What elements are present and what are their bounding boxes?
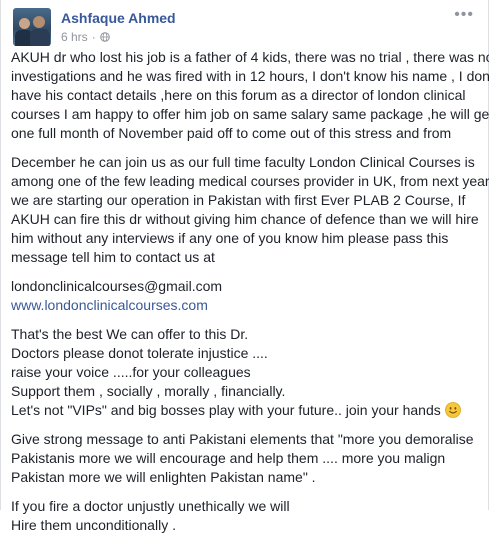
- meta-separator: ·: [91, 30, 96, 44]
- post-line-with-emoji: Let's not "VIPs" and big bosses play wit…: [11, 401, 483, 420]
- facebook-post: Ashfaque Ahmed 6 hrs · ••• AKUH dr who l…: [0, 0, 489, 533]
- post-line: Doctors please donot tolerate injustice …: [11, 345, 268, 361]
- post-line: Support them , socially , morally , fina…: [11, 383, 286, 399]
- post-line: Hire them unconditionally .: [11, 517, 176, 533]
- author-name[interactable]: Ashfaque Ahmed: [61, 10, 176, 26]
- post-line: December he can join us as our full time…: [11, 154, 475, 170]
- post-line: we are starting our operation in Pakista…: [11, 192, 466, 208]
- contact-email: londonclinicalcourses@gmail.com: [11, 278, 223, 294]
- avatar-person-head: [33, 16, 45, 28]
- avatar-person-head: [19, 18, 30, 29]
- post-paragraph: AKUH dr who lost his job is a father of …: [11, 48, 489, 143]
- post-line: courses I am happy to offer him job on s…: [11, 106, 489, 122]
- post-line: Pakistanis more we will encourage and he…: [11, 450, 446, 466]
- post-line: message tell him to contact us at: [11, 249, 215, 265]
- post-paragraph: If you fire a doctor unjustly unethicall…: [11, 497, 483, 535]
- post-paragraph: December he can join us as our full time…: [11, 153, 489, 267]
- post-paragraph: Give strong message to anti Pakistani el…: [11, 430, 483, 487]
- post-line: Give strong message to anti Pakistani el…: [11, 431, 474, 447]
- post-line: have his contact details ,here on this f…: [11, 87, 466, 103]
- post-line: investigations and he was fired with in …: [11, 68, 489, 84]
- post-meta: 6 hrs ·: [61, 30, 110, 44]
- post-line: If you fire a doctor unjustly unethicall…: [11, 498, 290, 514]
- post-line: Pakistan more we will enlighten Pakistan…: [11, 469, 316, 485]
- smiley-icon: [444, 402, 461, 418]
- post-line: one full month of November paid off to c…: [11, 125, 452, 141]
- post-paragraph: That's the best We can offer to this Dr.…: [11, 325, 483, 420]
- post-timestamp[interactable]: 6 hrs: [61, 30, 88, 44]
- post-line: him without any interviews if any one of…: [11, 230, 449, 246]
- post-line: AKUH dr who lost his job is a father of …: [11, 49, 489, 65]
- post-body: AKUH dr who lost his job is a father of …: [11, 48, 489, 545]
- post-paragraph-contact: londonclinicalcourses@gmail.com www.lond…: [11, 277, 483, 315]
- post-line: raise your voice .....for your colleague…: [11, 364, 251, 380]
- avatar-person-body: [30, 29, 50, 46]
- post-line: That's the best We can offer to this Dr.: [11, 326, 249, 342]
- globe-icon[interactable]: [99, 32, 110, 42]
- website-link[interactable]: www.londonclinicalcourses.com: [11, 296, 483, 315]
- post-line-text: Let's not "VIPs" and big bosses play wit…: [11, 402, 441, 418]
- post-options-button[interactable]: •••: [454, 6, 474, 24]
- post-line: AKUH can fire this dr without giving him…: [11, 211, 479, 227]
- post-line: among one of the few leading medical cou…: [11, 173, 489, 189]
- author-avatar[interactable]: [13, 8, 51, 46]
